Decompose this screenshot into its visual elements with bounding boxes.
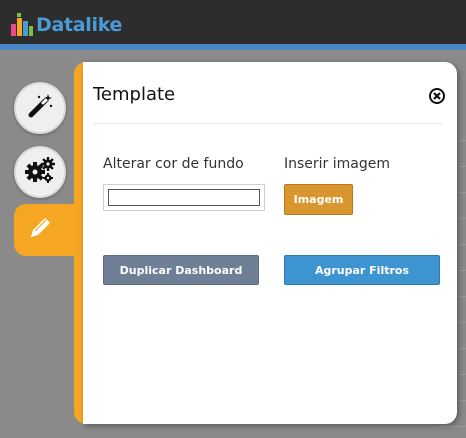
panel-title: Template [93,84,176,105]
background-color-label: Alterar cor de fundo [103,156,244,172]
top-bar: Datalike [0,0,466,44]
logo-icon [10,12,34,38]
group-filters-button[interactable]: Agrupar Filtros [284,255,440,285]
insert-image-button[interactable]: Imagem [284,184,353,215]
gears-icon [24,155,56,189]
sidebar-settings-button[interactable] [14,146,66,198]
logo-text: Datalike [36,14,123,36]
sidebar-magic-button[interactable] [14,82,66,134]
template-panel: Template Alterar cor de fundo Inserir im… [83,62,457,424]
background-color-input[interactable] [108,189,260,206]
sidebar-template-tab[interactable] [14,204,80,256]
image-label: Inserir imagem [284,156,391,172]
magic-wand-icon [25,91,55,125]
pencil-icon [26,214,54,246]
panel-divider [93,123,443,124]
duplicate-dashboard-button[interactable]: Duplicar Dashboard [103,255,259,285]
logo[interactable]: Datalike [10,10,122,40]
close-icon[interactable] [429,88,445,104]
background-color-field[interactable] [103,184,265,211]
